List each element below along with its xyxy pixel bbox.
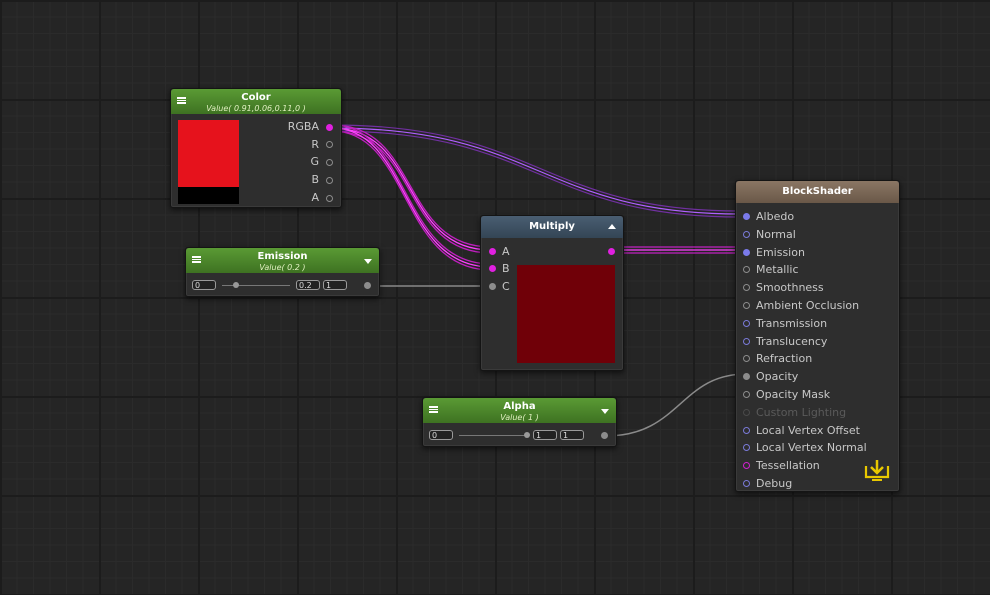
emission-node-title: Emission (257, 251, 308, 262)
blockshader-node-header[interactable]: BlockShader (736, 181, 899, 203)
emission-node-value: Value( 0.2 ) (259, 263, 306, 272)
emission-slider-knob[interactable] (232, 282, 239, 288)
port-a-pin[interactable] (489, 248, 496, 255)
emission-value-field[interactable]: 0.2 (296, 280, 320, 290)
color-node-value: Value( 0.91,0.06,0.11,0 ) (206, 104, 306, 113)
input-tessellation-label: Tessellation (756, 459, 820, 473)
input-refraction-label: Refraction (756, 352, 813, 366)
input-normal-label: Normal (756, 227, 796, 241)
emission-node[interactable]: Emission Value( 0.2 ) 0 0.2 1 (185, 247, 380, 297)
alpha-node-header[interactable]: Alpha Value( 1 ) (423, 398, 616, 423)
input-normal-pin[interactable] (743, 230, 750, 238)
multiply-node[interactable]: Multiply A B C (480, 215, 624, 371)
port-label-a: A (311, 191, 319, 204)
wire-rgba-to-multiply-a (331, 124, 492, 254)
port-b-pin[interactable] (489, 265, 496, 272)
wire-multiply-to-emission (614, 246, 740, 254)
port-b-pin[interactable] (326, 177, 333, 184)
color-node-title: Color (241, 92, 271, 103)
emission-output-pin[interactable] (364, 282, 371, 289)
input-refraction-pin[interactable] (743, 355, 750, 363)
input-albedo-pin[interactable] (743, 213, 750, 220)
alpha-max-field[interactable]: 1 (560, 430, 584, 440)
download-tray-icon[interactable] (864, 458, 890, 482)
input-debug-pin[interactable] (743, 480, 750, 487)
input-local-vertex-offset-label: Local Vertex Offset (756, 423, 860, 437)
multiply-node-header[interactable]: Multiply (481, 216, 623, 238)
alpha-node-value: Value( 1 ) (500, 413, 539, 422)
input-opacity-pin[interactable] (743, 373, 750, 381)
emission-min-field[interactable]: 0 (192, 280, 216, 290)
input-tessellation-pin[interactable] (743, 462, 750, 470)
blockshader-node-title: BlockShader (782, 186, 853, 197)
alpha-output-pin[interactable] (601, 432, 608, 439)
blockshader-node[interactable]: BlockShader Albedo Normal Emission Metallic… (735, 180, 900, 492)
port-label-rgba: RGBA (287, 120, 319, 133)
emission-max-field[interactable]: 1 (323, 280, 347, 290)
alpha-node[interactable]: Alpha Value( 1 ) 0 1 1 (422, 397, 617, 447)
port-c-pin[interactable] (489, 283, 496, 290)
port-g-pin[interactable] (326, 159, 333, 166)
port-a-pin[interactable] (326, 195, 333, 202)
input-transmission-label: Transmission (756, 316, 828, 330)
color-node-header[interactable]: Color Value( 0.91,0.06,0.11,0 ) (171, 89, 341, 114)
port-label-c: C (502, 280, 510, 293)
input-translucency-pin[interactable] (743, 337, 750, 345)
input-local-vertex-normal-label: Local Vertex Normal (756, 441, 867, 455)
emission-node-header[interactable]: Emission Value( 0.2 ) (186, 248, 379, 273)
port-label-g: G (310, 155, 319, 168)
input-opacity-mask-pin[interactable] (743, 391, 750, 398)
multiply-preview (517, 265, 615, 363)
port-label-a: A (502, 245, 510, 258)
port-rgba-pin[interactable] (326, 124, 333, 131)
input-metallic-label: Metallic (756, 263, 799, 277)
input-translucency-label: Translucency (756, 334, 828, 348)
collapse-arrow-icon[interactable] (601, 409, 609, 414)
input-transmission-pin[interactable] (743, 319, 750, 327)
multiply-output-pin[interactable] (608, 248, 615, 255)
collapse-arrow-icon[interactable] (364, 259, 372, 264)
menu-icon[interactable] (192, 256, 201, 263)
alpha-min-field[interactable]: 0 (429, 430, 453, 440)
wire-rgba-to-albedo (331, 124, 741, 218)
menu-icon[interactable] (177, 97, 186, 104)
color-node[interactable]: Color Value( 0.91,0.06,0.11,0 ) RGBA R G… (170, 88, 342, 208)
input-local-vertex-offset-pin[interactable] (743, 426, 750, 434)
port-label-b: B (311, 173, 319, 186)
menu-icon[interactable] (429, 406, 438, 413)
input-emission-pin[interactable] (743, 248, 750, 256)
expand-arrow-icon[interactable] (608, 224, 616, 229)
alpha-slider-track[interactable] (459, 435, 527, 436)
input-ambient-occlusion-pin[interactable] (743, 302, 750, 309)
port-r-pin[interactable] (326, 141, 333, 148)
input-opacity-label: Opacity (756, 370, 799, 384)
input-emission-label: Emission (756, 245, 805, 259)
color-swatch-fill (178, 120, 239, 187)
input-local-vertex-normal-pin[interactable] (743, 444, 750, 452)
input-opacity-mask-label: Opacity Mask (756, 388, 831, 401)
alpha-node-title: Alpha (503, 401, 536, 412)
alpha-slider-knob[interactable] (524, 432, 530, 438)
wire-alpha-to-opacity (605, 373, 747, 437)
input-custom-lighting-label: Custom Lighting (756, 405, 847, 419)
input-custom-lighting-pin[interactable] (743, 408, 750, 416)
input-smoothness-pin[interactable] (743, 284, 750, 292)
input-smoothness-label: Smoothness (756, 281, 824, 295)
port-label-b: B (502, 262, 510, 275)
alpha-value-field[interactable]: 1 (533, 430, 557, 440)
multiply-node-title: Multiply (529, 221, 575, 232)
port-label-r: R (311, 138, 319, 151)
input-ambient-occlusion-label: Ambient Occlusion (756, 299, 860, 312)
input-albedo-label: Albedo (756, 210, 795, 223)
color-swatch[interactable] (178, 120, 239, 204)
input-debug-label: Debug (756, 477, 793, 490)
input-metallic-pin[interactable] (743, 266, 750, 274)
